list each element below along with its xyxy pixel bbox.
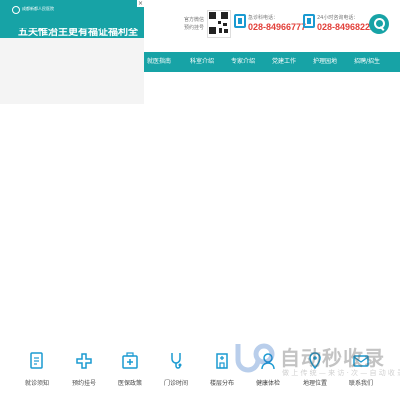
watermark-subtitle: 做 上 传 统 — 来 访 · 次 — 自 动 收 录 — bbox=[282, 369, 400, 377]
nav-item-guide[interactable]: 就医指南 bbox=[147, 52, 171, 72]
hospital-phone-icon bbox=[303, 14, 315, 28]
quick-link-label: 就诊须知 bbox=[24, 380, 49, 387]
phone-icon bbox=[234, 14, 246, 28]
search-button[interactable] bbox=[369, 14, 389, 34]
consult-phone-number[interactable]: 028-84968222 bbox=[317, 22, 375, 32]
quick-link-notice[interactable]: 就诊须知 bbox=[14, 346, 60, 400]
medical-cross-icon bbox=[76, 353, 92, 369]
consult-phone-label: 24小时咨询电话： bbox=[317, 15, 359, 21]
popup-hospital-name: 成都新都人民医院 bbox=[22, 6, 54, 11]
popup-headline[interactable]: 五夫惟治主更有福证福利全名约 bbox=[18, 28, 138, 38]
popup-body bbox=[0, 38, 144, 104]
popup-banner: 成都新都人民医院 五夫惟治主更有福证福利全名约 bbox=[0, 0, 144, 38]
quick-link-hours[interactable]: 门诊时间 bbox=[153, 346, 199, 400]
medical-box-icon bbox=[122, 352, 138, 369]
nav-item-experts[interactable]: 专家介绍 bbox=[231, 52, 255, 72]
popup-window: 成都新都人民医院 五夫惟治主更有福证福利全名约 × bbox=[0, 0, 144, 104]
hospital-logo-icon bbox=[12, 6, 20, 14]
emergency-phone-label: 急诊科电话： bbox=[248, 15, 279, 21]
building-icon bbox=[216, 353, 228, 369]
quick-link-label: 门诊时间 bbox=[163, 380, 188, 387]
quick-link-label: 预约挂号 bbox=[71, 380, 96, 387]
watermark-logo-icon bbox=[235, 343, 275, 373]
quick-link-insurance[interactable]: 医保政策 bbox=[107, 346, 153, 400]
popup-close-button[interactable]: × bbox=[137, 0, 144, 7]
watermark: 自动秒收录 做 上 传 统 — 来 访 · 次 — 自 动 收 录 — bbox=[232, 340, 400, 380]
emergency-phone-number[interactable]: 028-84966777 bbox=[248, 22, 306, 32]
wechat-label: 官方微信 预约挂号 bbox=[184, 17, 205, 31]
watermark-title: 自动秒收录 bbox=[280, 346, 385, 370]
nav-item-recruitment[interactable]: 招聘/招生 bbox=[354, 52, 380, 72]
quick-link-label: 医保政策 bbox=[117, 380, 142, 387]
nav-item-party[interactable]: 党建工作 bbox=[272, 52, 296, 72]
quick-link-booking[interactable]: 预约挂号 bbox=[61, 346, 107, 400]
nav-item-departments[interactable]: 科室介绍 bbox=[190, 52, 214, 72]
stethoscope-icon bbox=[171, 353, 182, 369]
qr-code bbox=[207, 10, 231, 38]
document-icon bbox=[30, 352, 43, 369]
nav-item-nursing[interactable]: 护理园地 bbox=[313, 52, 337, 72]
